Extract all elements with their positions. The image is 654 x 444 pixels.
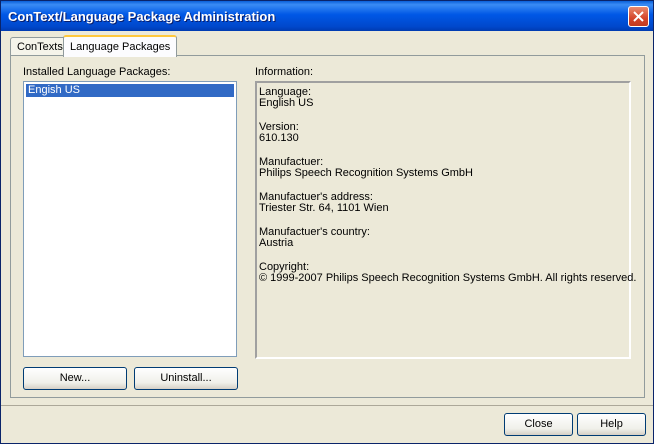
tab-language-packages[interactable]: Language Packages <box>63 35 178 57</box>
uninstall-button[interactable]: Uninstall... <box>134 367 238 390</box>
info-country-value: Austria <box>259 237 294 249</box>
list-item-english-us[interactable]: Engish US <box>26 84 234 97</box>
info-version-value: 610.130 <box>259 132 299 144</box>
installed-packages-label: Installed Language Packages: <box>23 66 171 78</box>
title-bar[interactable]: ConText/Language Package Administration <box>1 1 653 31</box>
information-panel: Language: English US Version: 610.130 Ma… <box>255 81 636 359</box>
new-button[interactable]: New... <box>23 367 127 390</box>
window-title: ConText/Language Package Administration <box>8 9 276 24</box>
installed-packages-list[interactable]: Engish US <box>23 81 237 357</box>
tab-contexts[interactable]: ConTexts <box>10 37 70 56</box>
separator <box>1 405 653 406</box>
dialog-window: ConText/Language Package Administration … <box>0 0 654 444</box>
close-icon <box>633 11 644 22</box>
info-address-value: Triester Str. 64, 1101 Wien <box>259 202 389 214</box>
information-label: Information: <box>255 66 314 78</box>
close-button[interactable]: Close <box>504 413 573 436</box>
help-button[interactable]: Help <box>577 413 646 436</box>
info-copyright-value: © 1999-2007 Philips Speech Recognition S… <box>259 272 637 284</box>
info-manufacturer-value: Philips Speech Recognition Systems GmbH <box>259 167 473 179</box>
info-language-value: English US <box>259 97 314 109</box>
close-window-button[interactable] <box>628 6 649 27</box>
